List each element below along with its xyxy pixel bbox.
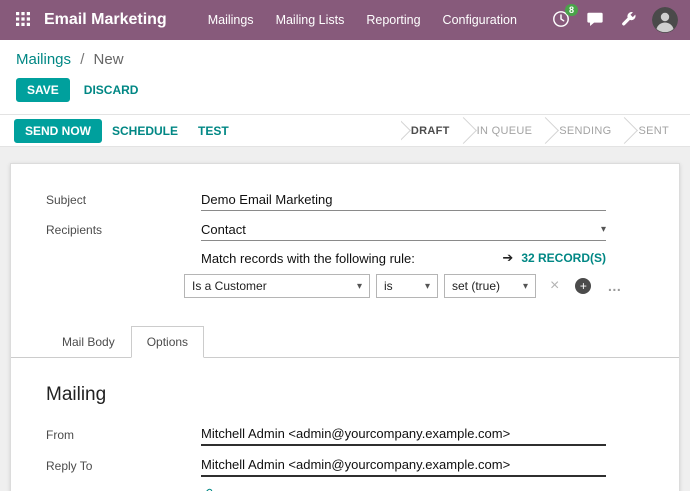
apps-menu-button[interactable] [8, 5, 38, 35]
arrow-right-icon: ➔ [502, 250, 513, 266]
topbar-systray: 8 [552, 7, 678, 33]
step-chevron-icon [401, 117, 411, 144]
discard-button[interactable]: DISCARD [74, 79, 149, 101]
app-title: Email Marketing [44, 11, 167, 29]
tab-mail-body[interactable]: Mail Body [46, 326, 131, 358]
activities-button[interactable]: 8 [552, 10, 570, 31]
menu-item-reporting[interactable]: Reporting [355, 6, 431, 34]
subject-label: Subject [46, 193, 201, 211]
breadcrumb-separator: / [80, 51, 84, 68]
breadcrumb-mailings-link[interactable]: Mailings [16, 51, 71, 68]
record-count-label: 32 RECORD(S) [521, 251, 606, 265]
tab-options[interactable]: Options [131, 326, 204, 358]
user-avatar[interactable] [652, 7, 678, 33]
match-rule-row: Match records with the following rule: ➔… [201, 250, 606, 266]
notebook-tabs: Mail Body Options [11, 326, 679, 358]
chevron-down-icon: ▾ [425, 281, 430, 292]
from-row: From Mitchell Admin <admin@yourcompany.e… [11, 424, 679, 446]
match-rule-text: Match records with the following rule: [201, 251, 415, 266]
reply-to-input[interactable]: Mitchell Admin <admin@yourcompany.exampl… [201, 455, 606, 477]
reply-to-label: Reply To [46, 459, 201, 477]
save-button[interactable]: SAVE [16, 78, 70, 102]
mailing-section-title: Mailing [46, 384, 679, 406]
delete-rule-button[interactable]: × [550, 278, 559, 294]
rule-operator-value: is [384, 279, 393, 293]
reply-to-row: Reply To Mitchell Admin <admin@yourcompa… [11, 455, 679, 477]
apps-grid-icon [16, 12, 30, 29]
form-sheet: Subject Demo Email Marketing Recipients … [10, 163, 680, 491]
breadcrumb-current: New [94, 51, 124, 68]
developer-tools-button[interactable] [620, 11, 636, 30]
messages-button[interactable] [586, 10, 604, 31]
main-content: Subject Demo Email Marketing Recipients … [0, 147, 690, 491]
menu-item-mailings[interactable]: Mailings [197, 6, 265, 34]
chat-icon [586, 10, 604, 31]
attachments-row: Attachments ATTACH A FILE [11, 486, 679, 491]
top-menu: Mailings Mailing Lists Reporting Configu… [197, 6, 528, 34]
recipients-label: Recipients [46, 223, 201, 241]
state-steps: DRAFT IN QUEUE SENDING SENT [401, 115, 690, 146]
chevron-down-icon: ▾ [523, 281, 528, 292]
from-input[interactable]: Mitchell Admin <admin@yourcompany.exampl… [201, 424, 606, 446]
record-count-button[interactable]: ➔ 32 RECORD(S) [502, 250, 606, 266]
rule-field-value: Is a Customer [192, 279, 267, 293]
activity-count-badge: 8 [565, 4, 578, 17]
rule-value-value: set (true) [452, 279, 500, 293]
test-button[interactable]: TEST [188, 120, 239, 142]
subject-row: Subject Demo Email Marketing [11, 190, 679, 211]
add-rule-button[interactable]: + [575, 278, 591, 294]
record-actions: SAVE DISCARD [0, 70, 690, 115]
breadcrumb: Mailings / New [0, 40, 690, 70]
subject-input[interactable]: Demo Email Marketing [201, 190, 606, 211]
step-chevron-icon [450, 117, 477, 144]
statusbar: SEND NOW SCHEDULE TEST DRAFT IN QUEUE SE… [0, 115, 690, 147]
recipients-select[interactable]: Contact ▾ [201, 220, 606, 241]
rule-operator-select[interactable]: is ▾ [376, 274, 438, 298]
rule-value-select[interactable]: set (true) ▾ [444, 274, 536, 298]
menu-item-configuration[interactable]: Configuration [432, 6, 528, 34]
recipients-row: Recipients Contact ▾ [11, 220, 679, 241]
send-now-button[interactable]: SEND NOW [14, 119, 102, 143]
add-branch-button[interactable]: … [607, 279, 623, 293]
from-label: From [46, 428, 201, 446]
rule-field-select[interactable]: Is a Customer ▾ [184, 274, 370, 298]
menu-item-mailing-lists[interactable]: Mailing Lists [265, 6, 356, 34]
schedule-button[interactable]: SCHEDULE [102, 120, 188, 142]
chevron-down-icon: ▾ [601, 224, 606, 235]
top-navbar: Email Marketing Mailings Mailing Lists R… [0, 0, 690, 40]
recipients-value: Contact [201, 222, 246, 237]
step-chevron-icon [532, 117, 559, 144]
wrench-icon [620, 11, 636, 30]
chevron-down-icon: ▾ [357, 281, 362, 292]
step-chevron-icon [612, 117, 639, 144]
domain-rule-row: Is a Customer ▾ is ▾ set (true) ▾ × + … [184, 274, 679, 298]
attach-file-button[interactable]: ATTACH A FILE [201, 486, 307, 491]
